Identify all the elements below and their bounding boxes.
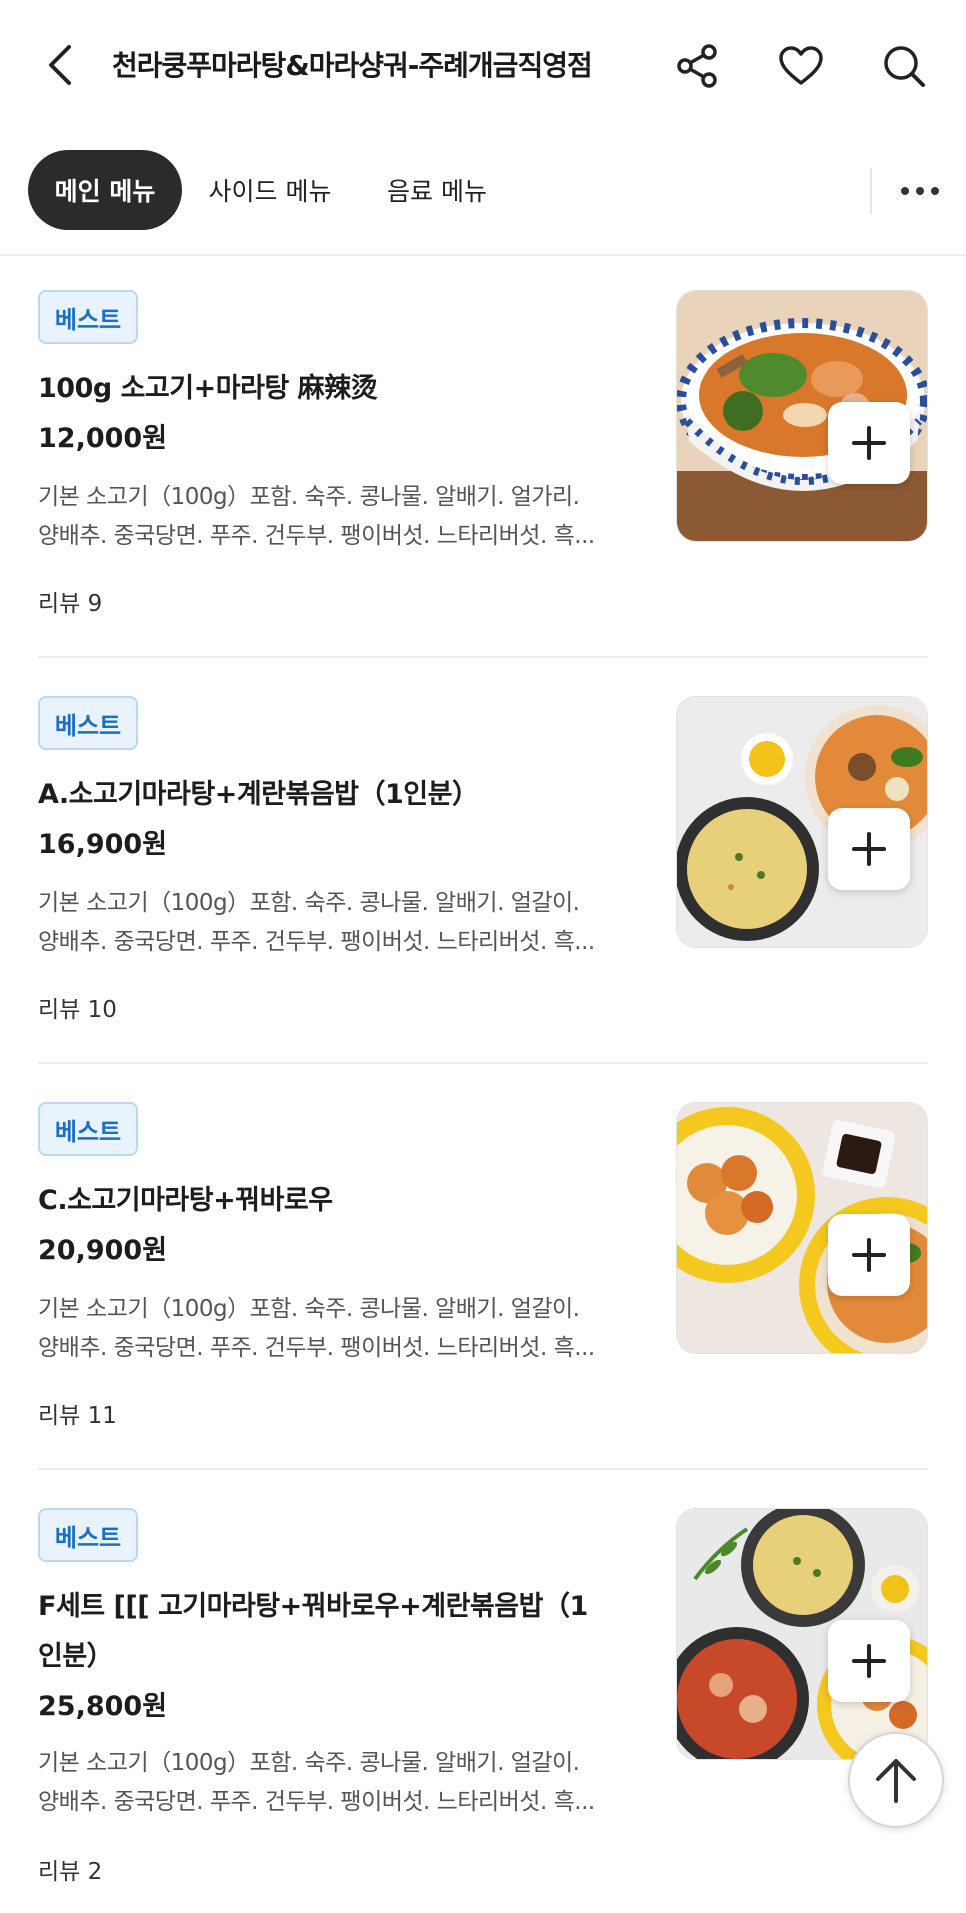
description-line: 기본 소고기（100g）포함. 숙주. 콩나물. 알배기. 얼가리. bbox=[38, 484, 580, 510]
plus-icon bbox=[852, 1644, 886, 1678]
heart-icon bbox=[779, 46, 823, 85]
description-line: 기본 소고기（100g）포함. 숙주. 콩나물. 알배기. 얼갈이. bbox=[38, 1296, 580, 1322]
description-line: 기본 소고기（100g）포함. 숙주. 콩나물. 알배기. 얼갈이. bbox=[38, 1750, 580, 1776]
menu-item-description: 기본 소고기（100g）포함. 숙주. 콩나물. 알배기. 얼갈이. 양배추. … bbox=[38, 884, 638, 962]
add-to-cart-button[interactable] bbox=[828, 1620, 910, 1702]
add-to-cart-button[interactable] bbox=[828, 808, 910, 890]
menu-item[interactable]: 베스트 100g 소고기+마라탕 麻辣烫 12,000원 기본 소고기（100g… bbox=[38, 256, 928, 658]
item-divider bbox=[38, 1468, 928, 1470]
favorite-button[interactable] bbox=[775, 40, 827, 92]
review-count: 리뷰 9 bbox=[38, 591, 103, 617]
description-line: 양배추. 중국당면. 푸주. 건두부. 팽이버섯. 느타리버섯. 흑... bbox=[38, 929, 595, 955]
tab-main-menu[interactable]: 메인 메뉴 bbox=[28, 150, 182, 230]
best-badge: 베스트 bbox=[38, 290, 138, 344]
back-button[interactable] bbox=[38, 40, 82, 90]
menu-item-description: 기본 소고기（100g）포함. 숙주. 콩나물. 알배기. 얼가리. 양배추. … bbox=[38, 478, 638, 556]
menu-item-price: 20,900원 bbox=[38, 1235, 168, 1266]
review-count: 리뷰 10 bbox=[38, 997, 117, 1023]
review-count: 리뷰 11 bbox=[38, 1403, 117, 1429]
add-to-cart-button[interactable] bbox=[828, 1214, 910, 1296]
share-button[interactable] bbox=[672, 40, 724, 92]
more-dots-icon bbox=[901, 187, 939, 195]
arrow-up-icon bbox=[876, 1759, 916, 1803]
menu-item-name: F세트 [[[ 고기마라탕+꿔바로우+계란볶음밥（1인분） bbox=[38, 1591, 588, 1672]
description-line: 양배추. 중국당면. 푸주. 건두부. 팽이버섯. 느타리버섯. 흑... bbox=[38, 523, 595, 549]
search-button[interactable] bbox=[878, 40, 930, 92]
plus-icon bbox=[852, 426, 886, 460]
more-tabs-button[interactable] bbox=[894, 170, 946, 212]
menu-item[interactable]: 베스트 A.소고기마라탕+계란볶음밥（1인분） 16,900원 기본 소고기（1… bbox=[38, 662, 928, 1064]
menu-item-name: A.소고기마라탕+계란볶음밥（1인분） bbox=[38, 779, 479, 810]
description-line: 기본 소고기（100g）포함. 숙주. 콩나물. 알배기. 얼갈이. bbox=[38, 890, 580, 916]
item-divider bbox=[38, 656, 928, 658]
item-divider bbox=[38, 1062, 928, 1064]
plus-icon bbox=[852, 832, 886, 866]
description-line: 양배추. 중국당면. 푸주. 건두부. 팽이버섯. 느타리버섯. 흑... bbox=[38, 1335, 595, 1361]
share-icon bbox=[677, 44, 717, 88]
app-header: 천라쿵푸마라탕&마라샹궈-주례개금직영점 bbox=[0, 0, 966, 135]
menu-item-name: 100g 소고기+마라탕 麻辣烫 bbox=[38, 373, 378, 404]
tab-divider bbox=[870, 168, 872, 214]
search-icon bbox=[884, 46, 925, 87]
best-badge: 베스트 bbox=[38, 1102, 138, 1156]
tab-drink-menu[interactable]: 음료 메뉴 bbox=[370, 150, 504, 230]
back-arrow-icon bbox=[49, 45, 71, 85]
menu-item-description: 기본 소고기（100g）포함. 숙주. 콩나물. 알배기. 얼갈이. 양배추. … bbox=[38, 1290, 638, 1368]
menu-item-description: 기본 소고기（100g）포함. 숙주. 콩나물. 알배기. 얼갈이. 양배추. … bbox=[38, 1744, 638, 1822]
menu-item-price: 25,800원 bbox=[38, 1691, 168, 1722]
add-to-cart-button[interactable] bbox=[828, 402, 910, 484]
store-title: 천라쿵푸마라탕&마라샹궈-주례개금직영점 bbox=[112, 49, 593, 82]
menu-item-price: 12,000원 bbox=[38, 423, 168, 454]
description-line: 양배추. 중국당면. 푸주. 건두부. 팽이버섯. 느타리버섯. 흑... bbox=[38, 1789, 595, 1815]
best-badge: 베스트 bbox=[38, 1508, 138, 1562]
best-badge: 베스트 bbox=[38, 696, 138, 750]
menu-category-tabs: 메인 메뉴 사이드 메뉴 음료 메뉴 bbox=[0, 148, 966, 232]
review-count: 리뷰 2 bbox=[38, 1859, 103, 1885]
menu-item-price: 16,900원 bbox=[38, 829, 168, 860]
plus-icon bbox=[852, 1238, 886, 1272]
menu-item-name: C.소고기마라탕+꿔바로우 bbox=[38, 1185, 333, 1216]
menu-item[interactable]: 베스트 F세트 [[[ 고기마라탕+꿔바로우+계란볶음밥（1인분） 25,800… bbox=[38, 1474, 928, 1913]
scroll-to-top-button[interactable] bbox=[848, 1732, 944, 1828]
tab-side-menu[interactable]: 사이드 메뉴 bbox=[196, 150, 344, 230]
menu-item[interactable]: 베스트 C.소고기마라탕+꿔바로우 20,900원 기본 소고기（100g）포함… bbox=[38, 1068, 928, 1470]
